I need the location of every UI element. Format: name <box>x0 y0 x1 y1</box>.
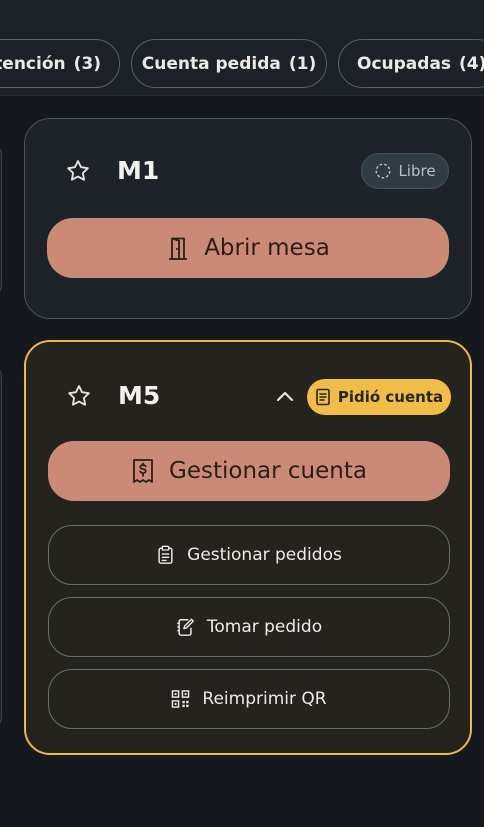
status-label: Pidió cuenta <box>337 388 444 406</box>
table-card-m5[interactable]: M5 Pidió cuenta Gestionar cuenta Gestion… <box>24 340 472 755</box>
filter-chip-bill-requested[interactable]: Cuenta pedida (1) <box>131 39 327 88</box>
filter-label: atención <box>0 53 66 74</box>
open-table-button[interactable]: Abrir mesa <box>47 218 449 278</box>
door-open-icon <box>169 237 188 260</box>
table-name: M5 <box>118 381 161 410</box>
manage-bill-label: Gestionar cuenta <box>169 458 367 484</box>
filter-chip-occupied[interactable]: Ocupadas (4) <box>338 39 484 88</box>
reprint-qr-label: Reimprimir QR <box>202 689 327 709</box>
table-name: M1 <box>117 156 160 185</box>
notepad-pen-icon <box>176 618 194 636</box>
table-card-header: M5 Pidió cuenta <box>26 342 470 446</box>
manage-orders-label: Gestionar pedidos <box>187 545 342 565</box>
tables-screen: atención (3) Cuenta pedida (1) Ocupadas … <box>0 0 484 827</box>
dashed-circle-icon <box>375 163 391 179</box>
filter-count: (3) <box>73 53 101 74</box>
qr-code-icon <box>172 690 190 708</box>
reprint-qr-button[interactable]: Reimprimir QR <box>48 669 450 729</box>
status-badge-free: Libre <box>361 153 449 189</box>
filter-label: Cuenta pedida <box>141 53 281 74</box>
table-card-header: M1 Libre <box>25 119 471 223</box>
status-label: Libre <box>398 162 436 180</box>
star-outline-icon[interactable] <box>66 383 92 409</box>
manage-orders-button[interactable]: Gestionar pedidos <box>48 525 450 585</box>
manage-bill-button[interactable]: Gestionar cuenta <box>48 441 450 501</box>
take-order-button[interactable]: Tomar pedido <box>48 597 450 657</box>
clipboard-list-icon <box>158 545 173 564</box>
chevron-up-icon[interactable] <box>274 388 296 404</box>
offscreen-table-card[interactable] <box>0 140 2 300</box>
table-card-m1[interactable]: M1 Libre Abrir mesa <box>24 118 472 319</box>
take-order-label: Tomar pedido <box>206 617 323 637</box>
offscreen-table-card[interactable] <box>0 362 2 732</box>
filter-count: (1) <box>288 53 317 74</box>
receipt-dollar-icon <box>133 459 153 483</box>
open-table-label: Abrir mesa <box>204 235 330 261</box>
filter-count: (4) <box>459 53 484 74</box>
receipt-icon <box>316 388 330 406</box>
star-outline-icon[interactable] <box>65 158 91 184</box>
status-badge-bill-requested: Pidió cuenta <box>307 379 451 415</box>
filter-label: Ocupadas <box>357 53 452 74</box>
filter-bar: atención (3) Cuenta pedida (1) Ocupadas … <box>0 0 484 96</box>
filter-chip-attention[interactable]: atención (3) <box>0 39 120 88</box>
